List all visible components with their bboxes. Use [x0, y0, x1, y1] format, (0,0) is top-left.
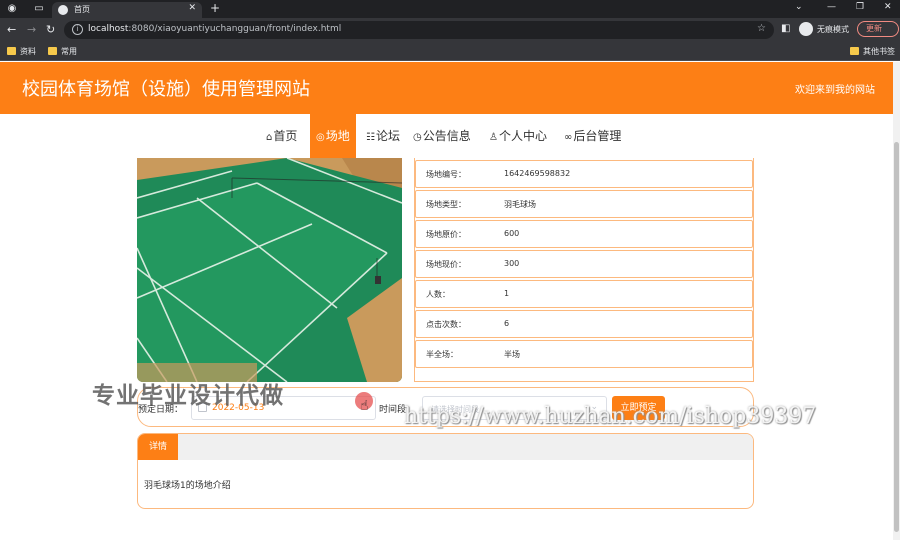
page-scrollbar[interactable]	[893, 62, 900, 540]
link-icon: ∞	[564, 132, 573, 143]
detail-row: 场地原价： 600	[415, 220, 753, 248]
other-bookmarks[interactable]: 其他书签	[850, 46, 895, 57]
detail-row: 人数： 1	[415, 280, 753, 308]
venue-intro: 详情 羽毛球场1的场地介绍	[137, 433, 754, 509]
intro-tab-strip	[138, 434, 753, 460]
tab-search-icon[interactable]: ▭	[33, 3, 45, 15]
bookmarks-bar: 资料 常用 其他书签	[0, 42, 900, 61]
forum-icon: ☷	[366, 132, 375, 143]
nav-item-home[interactable]: ⌂首页	[260, 114, 303, 158]
side-panel-icon[interactable]: ◧	[781, 23, 790, 34]
browser-tab-bar: ◉ ▭ 首页 ✕ + ⌄ — ❐ ✕	[0, 0, 900, 18]
star-icon[interactable]: ☆	[757, 23, 766, 34]
browser-menu-icon[interactable]: ◉	[6, 3, 18, 15]
tab-title: 首页	[74, 5, 90, 14]
incognito-icon[interactable]	[799, 22, 813, 36]
bookmark-folder[interactable]: 常用	[48, 46, 77, 57]
nav-item-venue[interactable]: ◎场地	[310, 114, 356, 158]
globe-icon	[58, 5, 68, 15]
main-nav: ⌂首页 ◎场地 ☷论坛 ◷公告信息 ♙个人中心 ∞后台管理	[0, 114, 893, 158]
url-input[interactable]: i localhost:8080/xiaoyuantiyuchangguan/f…	[64, 21, 774, 39]
incognito-label: 无痕模式	[817, 25, 849, 34]
user-icon: ♙	[489, 132, 498, 143]
new-tab-button[interactable]: +	[210, 1, 220, 15]
site-title: 校园体育场馆（设施）使用管理网站	[22, 79, 310, 100]
reload-icon[interactable]: ↻	[46, 23, 55, 36]
nav-item-profile[interactable]: ♙个人中心	[483, 114, 553, 158]
watermark-right: https://www.huzhan.com/ishop39397	[404, 404, 817, 429]
watermark-left: 专业毕业设计代做	[92, 383, 284, 409]
site-header: 校园体育场馆（设施）使用管理网站 欢迎来到我的网站	[0, 62, 893, 114]
detail-row: 场地编号： 1642469598832	[415, 160, 753, 188]
venue-icon: ◎	[316, 132, 325, 143]
venue-photo	[137, 158, 402, 382]
nav-item-admin[interactable]: ∞后台管理	[558, 114, 627, 158]
detail-row: 点击次数： 6	[415, 310, 753, 338]
welcome-text: 欢迎来到我的网站	[795, 85, 875, 96]
nav-item-forum[interactable]: ☷论坛	[360, 114, 406, 158]
restore-button[interactable]: ❐	[856, 2, 864, 12]
detail-row: 半全场： 半场	[415, 340, 753, 368]
nav-item-notice[interactable]: ◷公告信息	[407, 114, 477, 158]
back-icon[interactable]: ←	[7, 23, 16, 36]
hand-cursor-icon: ☝	[360, 398, 369, 414]
chevron-down-icon[interactable]: ⌄	[795, 2, 803, 12]
intro-tab[interactable]: 详情	[138, 434, 178, 460]
bookmark-folder[interactable]: 资料	[7, 46, 36, 57]
detail-row: 场地类型： 羽毛球场	[415, 190, 753, 218]
intro-text: 羽毛球场1的场地介绍	[144, 481, 231, 491]
forward-icon[interactable]: →	[27, 23, 36, 36]
scrollbar-thumb[interactable]	[894, 142, 899, 532]
home-icon: ⌂	[266, 132, 273, 143]
page-viewport: 校园体育场馆（设施）使用管理网站 欢迎来到我的网站 ⌂首页 ◎场地 ☷论坛 ◷公…	[0, 62, 893, 540]
venue-details: 场地编号： 1642469598832 场地类型： 羽毛球场 场地原价： 600 场地…	[414, 158, 754, 382]
browser-tab-active[interactable]: 首页 ✕	[52, 2, 202, 18]
close-icon[interactable]: ✕	[188, 3, 196, 13]
detail-row: 场地现价： 300	[415, 250, 753, 278]
url-text: localhost:8080/xiaoyuantiyuchangguan/fro…	[88, 24, 342, 34]
update-button[interactable]: 更新	[857, 21, 899, 37]
address-bar-row: ← → ↻ i localhost:8080/xiaoyuantiyuchang…	[0, 18, 900, 42]
window-close-button[interactable]: ✕	[884, 2, 892, 12]
minimize-button[interactable]: —	[827, 2, 836, 12]
notice-icon: ◷	[413, 132, 422, 143]
info-icon[interactable]: i	[72, 24, 83, 35]
